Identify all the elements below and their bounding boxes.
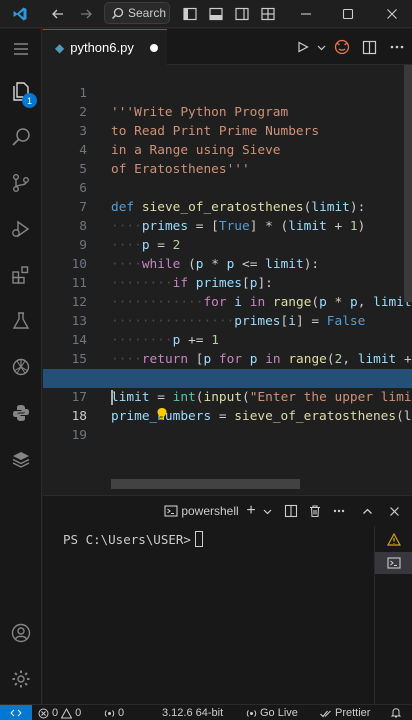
warning-icon[interactable]	[375, 528, 412, 550]
editor-tab-bar: ◆ python6.py	[43, 29, 412, 65]
toggle-secondary-sidebar-icon[interactable]	[230, 3, 254, 25]
code-line: 19	[71, 428, 87, 443]
unsaved-dot-icon[interactable]	[149, 43, 158, 52]
command-center-search[interactable]: Search	[104, 2, 170, 24]
code-line: 16 limit = int(input("Enter the upper li…	[72, 371, 412, 405]
kill-terminal-trash-icon[interactable]	[304, 500, 326, 522]
terminal-prompt: PS C:\Users\USER>	[63, 531, 191, 547]
problems-status[interactable]: 0 0	[38, 705, 81, 720]
horizontal-scrollbar[interactable]	[111, 479, 300, 489]
editor-actions	[292, 29, 412, 65]
terminal-instance-icon[interactable]	[375, 552, 412, 574]
terminal-dropdown-chevron-down-icon[interactable]	[260, 500, 274, 522]
double-check-icon	[320, 710, 331, 717]
split-editor-icon[interactable]	[356, 29, 382, 65]
toggle-primary-sidebar-icon[interactable]	[178, 3, 202, 25]
code-line: 12 ················primes[i] = False	[71, 295, 366, 329]
python-icon[interactable]	[0, 393, 42, 433]
code-line: 4 of Eratosthenes'''	[79, 143, 250, 177]
warning-icon	[61, 707, 73, 718]
terminal-tabs-list	[374, 526, 412, 705]
vertical-scrollbar[interactable]	[404, 65, 412, 302]
prettier-status[interactable]: Prettier	[320, 705, 370, 720]
minimize-window-icon[interactable]	[290, 3, 322, 25]
explorer-icon[interactable]: 1	[0, 71, 42, 111]
terminal-panel: powershell + PS C:\Users\USER>	[43, 495, 412, 705]
forward-arrow-icon[interactable]	[74, 3, 98, 25]
code-line: 15	[71, 352, 87, 367]
terminal-name[interactable]: powershell	[181, 500, 238, 522]
run-file-play-icon[interactable]	[292, 29, 314, 65]
code-line: 5	[79, 162, 87, 177]
close-panel-icon[interactable]	[383, 500, 405, 522]
tab-python6[interactable]: ◆ python6.py	[43, 29, 167, 65]
python-file-icon: ◆	[55, 40, 65, 55]
notifications-bell-icon[interactable]	[390, 705, 402, 720]
status-bar: 0 0 0 3.12.6 64-bit Go Live Prettier	[0, 704, 412, 720]
run-debug-icon[interactable]	[0, 209, 42, 249]
accounts-icon[interactable]	[0, 613, 42, 653]
code-line: 10 ········if primes[p]:	[71, 257, 273, 291]
terminal-cursor	[194, 531, 203, 547]
settings-gear-icon[interactable]	[0, 659, 42, 699]
code-line: 14 ····return [p for p in range(2, limit…	[71, 333, 412, 367]
ports-count: 0	[118, 707, 125, 719]
code-line-selected: 17 prime_numbers = sieve_of_eratosthenes…	[43, 369, 412, 424]
back-arrow-icon[interactable]	[46, 3, 70, 25]
openai-chatgpt-icon[interactable]	[0, 347, 42, 387]
customize-layout-icon[interactable]	[256, 3, 280, 25]
error-icon	[38, 708, 49, 718]
code-line: 7 ····primes = [True] * (limit + 1)	[79, 200, 366, 234]
split-terminal-icon[interactable]	[280, 500, 302, 522]
python-interpreter-status[interactable]: 3.12.6 64-bit	[162, 705, 223, 720]
code-line-current: 18	[43, 388, 412, 424]
extensions-icon[interactable]	[0, 255, 42, 295]
error-count: 0	[52, 707, 59, 719]
search-icon[interactable]	[0, 117, 42, 157]
menu-hamburger-icon[interactable]	[0, 29, 42, 69]
code-line: 6 def sieve_of_eratosthenes(limit):	[79, 181, 366, 215]
code-line: 11 ············for i in range(p * p, lim…	[71, 276, 412, 310]
title-bar: Search	[0, 0, 412, 28]
terminal-output[interactable]: PS C:\Users\USER>	[63, 531, 203, 547]
more-actions-ellipsis-icon[interactable]	[382, 29, 412, 65]
search-label: Search	[128, 6, 167, 20]
terminal-icon	[161, 500, 181, 522]
code-line: 2 to Read Print Prime Numbers	[79, 105, 320, 139]
close-window-icon[interactable]	[376, 3, 408, 25]
panel-toolbar: powershell +	[43, 496, 412, 526]
ports-status[interactable]: 0	[104, 705, 124, 720]
code-line: 9 ····while (p * p <= limit):	[79, 238, 320, 272]
source-control-icon[interactable]	[0, 163, 42, 203]
warning-count: 0	[75, 707, 82, 719]
remote-window-icon[interactable]	[0, 705, 32, 720]
more-actions-ellipsis-icon[interactable]	[328, 500, 350, 522]
broadcast-icon	[246, 709, 257, 717]
copilot-face-icon[interactable]	[328, 29, 356, 65]
broadcast-icon	[104, 709, 115, 717]
toggle-panel-icon[interactable]	[204, 3, 228, 25]
activity-bar: 1	[0, 29, 42, 704]
code-line: 13 ········p += 1	[71, 314, 219, 348]
explorer-badge: 1	[22, 93, 37, 108]
code-line: 3 in a Range using Sieve	[79, 124, 281, 158]
go-live-status[interactable]: Go Live	[246, 705, 298, 720]
maximize-panel-chevron-up-icon[interactable]	[356, 500, 378, 522]
code-line: 8 ····p = 2	[79, 219, 181, 253]
search-icon	[111, 7, 124, 19]
testing-flask-icon[interactable]	[0, 301, 42, 341]
code-editor[interactable]: 1 '''Write Python Program 2 to Read Prin…	[43, 65, 412, 495]
tab-filename: python6.py	[70, 40, 134, 55]
layers-stack-icon[interactable]	[0, 439, 42, 479]
code-line: 1 '''Write Python Program	[79, 86, 289, 120]
maximize-window-icon[interactable]	[332, 3, 364, 25]
new-terminal-plus-icon[interactable]: +	[242, 500, 260, 522]
vscode-logo-icon	[6, 3, 34, 25]
run-options-chevron-down-icon[interactable]	[314, 29, 328, 65]
